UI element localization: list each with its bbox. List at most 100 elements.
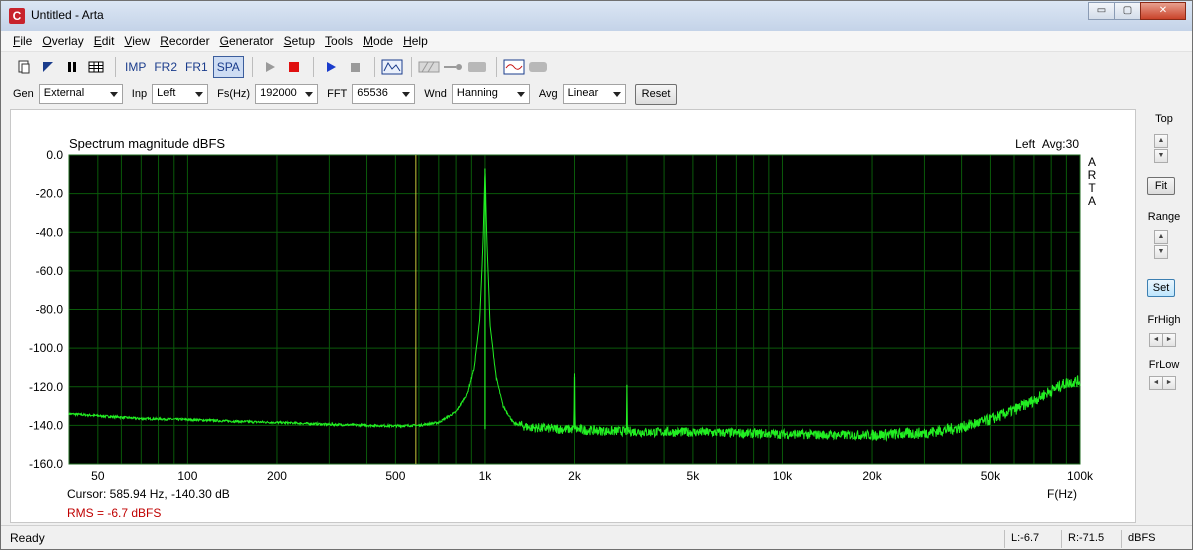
- menu-setup[interactable]: Setup: [279, 31, 320, 51]
- x-tick-label: 100: [177, 469, 197, 483]
- toolbar-separator: [410, 56, 412, 77]
- fr2-mode-button[interactable]: FR2: [151, 56, 180, 78]
- gen-select[interactable]: External: [38, 84, 123, 104]
- menu-help[interactable]: Help: [398, 31, 433, 51]
- device-disabled-icon[interactable]: [527, 56, 549, 78]
- menu-edit[interactable]: Edit: [89, 31, 120, 51]
- status-ready: Ready: [10, 531, 45, 545]
- top-down-spinner[interactable]: ▼: [1154, 149, 1168, 163]
- stop-red-icon[interactable]: [283, 56, 305, 78]
- y-tick-label: -40.0: [36, 225, 64, 239]
- toolbar-separator: [495, 56, 497, 77]
- dropdown-arrow-icon: [612, 92, 621, 97]
- x-tick-label: 100k: [1067, 469, 1094, 483]
- marker-icon[interactable]: [37, 56, 59, 78]
- top-up-spinner[interactable]: ▲: [1154, 134, 1168, 148]
- frhigh-left-spinner[interactable]: ◄: [1149, 333, 1163, 347]
- window-title: Untitled - Arta: [31, 8, 104, 22]
- x-tick-label: 10k: [773, 469, 793, 483]
- x-axis-unit-label: F(Hz): [1047, 487, 1077, 501]
- x-tick-label: 50k: [981, 469, 1001, 483]
- menu-file[interactable]: File: [8, 31, 37, 51]
- top-label: Top: [1155, 113, 1173, 125]
- y-tick-label: -160.0: [29, 457, 63, 471]
- arta-app-icon: C: [9, 8, 25, 24]
- dropdown-arrow-icon: [402, 92, 411, 97]
- close-button[interactable]: ✕: [1140, 2, 1186, 20]
- status-bar: Ready L:-6.7 R:-71.5 dBFS: [1, 525, 1192, 549]
- y-tick-label: -100.0: [29, 341, 63, 355]
- gen-label: Gen: [13, 88, 34, 100]
- frhigh-right-spinner[interactable]: ►: [1162, 333, 1176, 347]
- fft-label: FFT: [327, 88, 348, 100]
- y-tick-label: -80.0: [36, 303, 64, 317]
- spectrum-chart[interactable]: 0.0 -20.0 -40.0 -60.0 -80.0 -100.0 -120.0 -140.…: [11, 110, 1137, 524]
- fft-select[interactable]: 65536: [352, 84, 416, 104]
- toolbar-separator: [251, 56, 253, 77]
- avg-select[interactable]: Linear: [562, 84, 626, 104]
- status-right-level: R:-71.5: [1061, 530, 1119, 548]
- set-button[interactable]: Set: [1147, 279, 1175, 297]
- probe-disabled-icon[interactable]: [442, 56, 464, 78]
- frlow-left-spinner[interactable]: ◄: [1149, 376, 1163, 390]
- rms-readout: RMS = -6.7 dBFS: [67, 506, 162, 520]
- inp-select[interactable]: Left: [152, 84, 209, 104]
- range-down-spinner[interactable]: ▼: [1154, 245, 1168, 259]
- record-stop-icon[interactable]: [344, 56, 366, 78]
- signal-analyzer-icon[interactable]: [381, 56, 403, 78]
- avg-label: Avg: [538, 88, 558, 100]
- menu-overlay[interactable]: Overlay: [37, 31, 88, 51]
- menu-tools[interactable]: Tools: [320, 31, 358, 51]
- table-view-icon[interactable]: [85, 56, 107, 78]
- filter-disabled-icon[interactable]: [418, 56, 440, 78]
- menu-view[interactable]: View: [119, 31, 155, 51]
- fr1-mode-button[interactable]: FR1: [182, 56, 211, 78]
- menu-recorder[interactable]: Recorder: [155, 31, 214, 51]
- pause-icon[interactable]: [61, 56, 83, 78]
- control-bar: Gen External Inp Left Fs(Hz) 192000 FFT …: [1, 81, 1192, 107]
- reset-button[interactable]: Reset: [634, 83, 678, 105]
- x-tick-label: 500: [385, 469, 405, 483]
- range-up-spinner[interactable]: ▲: [1154, 230, 1168, 244]
- new-file-icon[interactable]: [13, 56, 35, 78]
- x-tick-label: 2k: [568, 469, 582, 483]
- toolbar-separator: [115, 56, 116, 77]
- title-bar[interactable]: C Untitled - Arta ▭ ▢ ✕: [1, 1, 1192, 31]
- window-controls: ▭ ▢ ✕: [1088, 2, 1186, 20]
- y-tick-label: -140.0: [29, 418, 63, 432]
- toolbar: IMP FR2 FR1 SPA: [1, 53, 1192, 80]
- maximize-button[interactable]: ▢: [1114, 2, 1141, 20]
- inp-label: Inp: [131, 88, 148, 100]
- wnd-select[interactable]: Hanning: [451, 84, 530, 104]
- fit-button[interactable]: Fit: [1147, 177, 1175, 195]
- wnd-label: Wnd: [424, 88, 447, 100]
- x-tick-label: 200: [267, 469, 287, 483]
- menu-generator[interactable]: Generator: [215, 31, 279, 51]
- imp-mode-button[interactable]: IMP: [122, 56, 149, 78]
- range-label: Range: [1147, 211, 1181, 223]
- cursor-readout: Cursor: 585.94 Hz, -140.30 dB: [67, 487, 230, 501]
- meter-disabled-icon[interactable]: [466, 56, 488, 78]
- play-disabled-icon[interactable]: [259, 56, 281, 78]
- status-left-level: L:-6.7: [1004, 530, 1059, 548]
- x-tick-label: 20k: [862, 469, 882, 483]
- frlow-label: FrLow: [1148, 359, 1180, 371]
- fs-label: Fs(Hz): [217, 88, 251, 100]
- fs-select[interactable]: 192000: [255, 84, 319, 104]
- dropdown-arrow-icon: [195, 92, 204, 97]
- y-tick-label: -120.0: [29, 380, 63, 394]
- x-tick-label: 5k: [687, 469, 701, 483]
- status-unit: dBFS: [1121, 530, 1171, 548]
- y-tick-label: -60.0: [36, 264, 64, 278]
- menu-mode[interactable]: Mode: [358, 31, 398, 51]
- toolbar-separator: [312, 56, 314, 77]
- x-tick-label: 1k: [479, 469, 493, 483]
- menu-bar: File Overlay Edit View Recorder Generato…: [1, 31, 1192, 52]
- record-play-icon[interactable]: [320, 56, 342, 78]
- oscilloscope-icon[interactable]: [503, 56, 525, 78]
- minimize-button[interactable]: ▭: [1088, 2, 1115, 20]
- frlow-right-spinner[interactable]: ►: [1162, 376, 1176, 390]
- spectrum-plot-area[interactable]: Spectrum magnitude dBFS Left Avg:30 ARTA…: [10, 109, 1136, 523]
- spa-mode-button[interactable]: SPA: [212, 55, 244, 78]
- y-tick-label: -20.0: [36, 187, 64, 201]
